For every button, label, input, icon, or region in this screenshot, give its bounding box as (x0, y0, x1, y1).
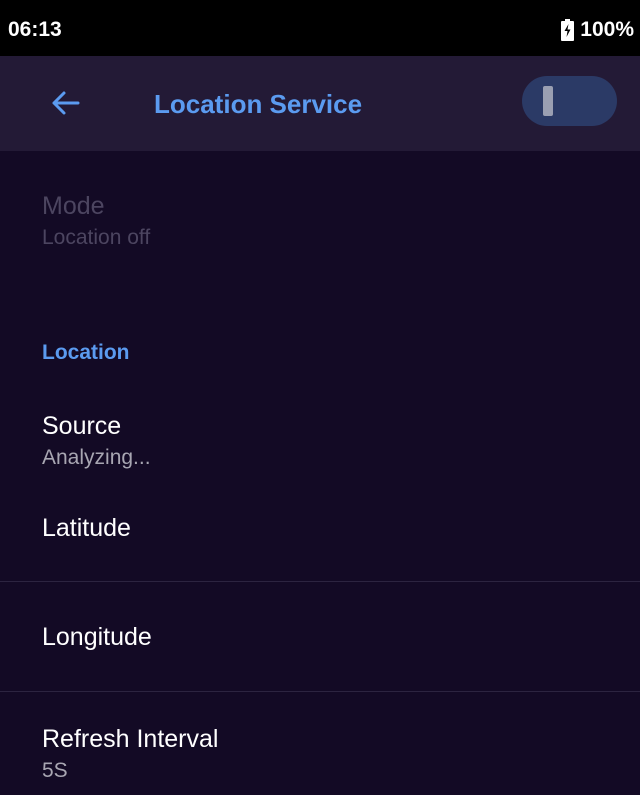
mode-title: Mode (42, 192, 105, 220)
refresh-interval-item[interactable]: Refresh Interval 5S (42, 724, 218, 784)
latitude-item[interactable]: Latitude (42, 513, 131, 543)
page-title: Location Service (154, 89, 363, 119)
source-value: Analyzing... (42, 446, 151, 469)
refresh-interval-title: Refresh Interval (42, 725, 219, 753)
source-item[interactable]: Source Analyzing... (42, 411, 151, 471)
mode-value: Location off (42, 226, 151, 249)
longitude-item[interactable]: Longitude (42, 622, 152, 652)
battery-percent: 100% (580, 18, 634, 41)
divider (0, 691, 640, 692)
status-time: 06:13 (8, 18, 62, 41)
app-bar: Location Service (0, 56, 640, 151)
latitude-title: Latitude (42, 514, 131, 542)
arrow-back-icon (52, 91, 80, 115)
status-bar: 06:13 100% (0, 0, 640, 56)
refresh-interval-value: 5S (42, 759, 68, 782)
location-section-header: Location (42, 341, 130, 364)
source-title: Source (42, 412, 122, 440)
battery-charging-icon (561, 19, 575, 41)
mode-setting: Mode Location off (42, 191, 150, 251)
longitude-title: Longitude (42, 623, 152, 651)
back-button[interactable] (40, 78, 90, 128)
toggle-thumb (543, 86, 553, 116)
divider (0, 581, 640, 582)
status-right: 100% (561, 18, 634, 42)
location-toggle[interactable] (522, 76, 617, 126)
